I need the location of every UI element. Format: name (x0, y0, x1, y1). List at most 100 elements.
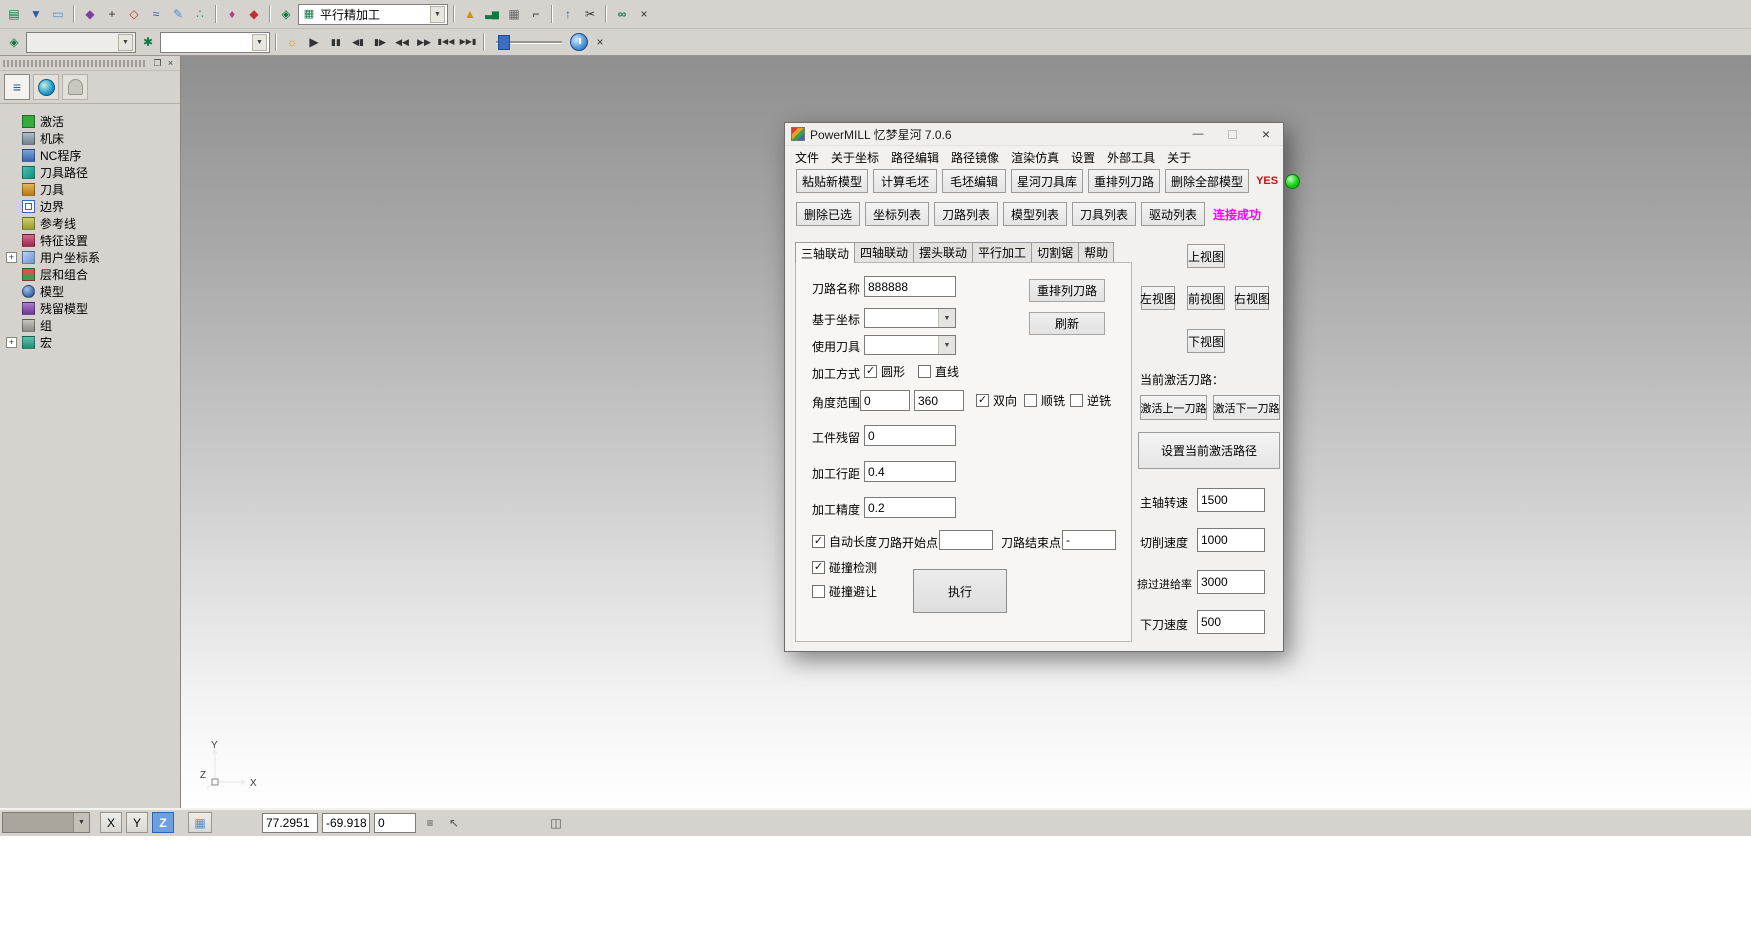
pointer-icon[interactable]: ↖ (444, 813, 464, 833)
play-icon[interactable]: ▶ (304, 32, 324, 52)
step-forward-icon[interactable]: ▮▶ (370, 32, 390, 52)
execute-button[interactable]: 执行 (913, 569, 1007, 613)
reorder-toolpaths-button[interactable]: 重排列刀路 (1088, 169, 1160, 193)
strategy-dropdown[interactable]: ▦ 平行精加工 ▼ (298, 4, 448, 25)
tree-item-machine[interactable]: 机床 (0, 130, 180, 147)
grid-snap-button[interactable]: ▦ (188, 812, 212, 833)
chevron-down-icon[interactable]: ▼ (252, 34, 267, 51)
path-start-input[interactable] (939, 530, 993, 550)
menu-settings[interactable]: 设置 (1065, 148, 1101, 167)
axis-x-button[interactable]: X (100, 812, 122, 833)
checkbox-unchecked[interactable] (1070, 394, 1083, 407)
menu-ext-tools[interactable]: 外部工具 (1101, 148, 1161, 167)
plunge-speed-input[interactable] (1197, 610, 1265, 634)
chevron-down-icon[interactable]: ▼ (118, 34, 133, 51)
use-tool-dropdown[interactable]: ▼ (864, 335, 956, 355)
tree-item-models[interactable]: 模型 (0, 283, 180, 300)
speed-slider[interactable] (496, 41, 562, 44)
tab-3axis[interactable]: 三轴联动 (795, 242, 855, 263)
axis-y-button[interactable]: Y (126, 812, 148, 833)
print-icon[interactable]: ▭ (48, 4, 68, 24)
paste-model-button[interactable]: 粘贴新模型 (796, 169, 868, 193)
status-dropdown[interactable]: ▼ (2, 812, 90, 833)
tab-4axis[interactable]: 四轴联动 (854, 242, 914, 262)
toolbar-close-icon[interactable]: × (590, 32, 610, 52)
fast-forward-icon[interactable]: ▶▶ (414, 32, 434, 52)
tree-item-patterns[interactable]: 参考线 (0, 215, 180, 232)
bottom-view-button[interactable]: 下视图 (1187, 329, 1225, 353)
minimize-icon[interactable]: — (1181, 123, 1215, 145)
delete-selected-button[interactable]: 删除已选 (796, 202, 860, 226)
tolerance-input[interactable] (864, 497, 956, 518)
go-end-icon[interactable]: ▶▶▮ (458, 32, 478, 52)
climb-option[interactable]: 顺铣 (1024, 392, 1065, 409)
checkbox-unchecked[interactable] (918, 365, 931, 378)
step-back-icon[interactable]: ◀▮ (348, 32, 368, 52)
checkbox-checked[interactable]: ✓ (812, 535, 825, 548)
tool-dropdown[interactable]: ▼ (160, 32, 270, 53)
checkbox-unchecked[interactable] (1024, 394, 1037, 407)
tool-select-icon[interactable]: ✱ (138, 32, 158, 52)
auto-length-option[interactable]: ✓自动长度 (812, 533, 877, 550)
workplane-icon[interactable]: ◇ (124, 4, 144, 24)
checkbox-checked[interactable]: ✓ (864, 365, 877, 378)
collision-avoid-option[interactable]: 碰撞避让 (812, 583, 877, 600)
left-view-button[interactable]: 左视图 (1141, 286, 1175, 310)
menu-coords[interactable]: 关于坐标 (825, 148, 885, 167)
block-edit-button[interactable]: 毛坯编辑 (942, 169, 1006, 193)
chart-icon[interactable]: ▃▆ (482, 4, 502, 24)
globe-view-button[interactable] (33, 74, 59, 100)
collision-check-option[interactable]: ✓碰撞检测 (812, 559, 877, 576)
go-start-icon[interactable]: ▮◀◀ (436, 32, 456, 52)
conventional-option[interactable]: 逆铣 (1070, 392, 1111, 409)
activate-next-button[interactable]: 激活下一刀路 (1213, 395, 1280, 420)
tree-item-workplanes[interactable]: +用户坐标系 (0, 249, 180, 266)
front-view-button[interactable]: 前视图 (1187, 286, 1225, 310)
tree-item-activate[interactable]: 激活 (0, 113, 180, 130)
tool-icon[interactable]: ▲ (460, 4, 480, 24)
feature-icon[interactable]: ♦ (222, 4, 242, 24)
checkbox-checked[interactable]: ✓ (812, 561, 825, 574)
coord-y-input[interactable] (322, 813, 370, 833)
chevron-down-icon[interactable]: ▼ (430, 6, 445, 23)
circle-option[interactable]: ✓圆形 (864, 363, 905, 380)
model-icon[interactable]: ◆ (80, 4, 100, 24)
coord-x-input[interactable] (262, 813, 318, 833)
clock-icon[interactable] (570, 33, 588, 51)
dialog-titlebar[interactable]: PowerMILL 忆梦星河 7.0.6 — × (785, 123, 1283, 146)
explorer-caption[interactable]: ❐ × (0, 56, 180, 71)
pause-icon[interactable]: ▮▮ (326, 32, 346, 52)
angle-from-input[interactable] (860, 390, 910, 411)
line-option[interactable]: 直线 (918, 363, 959, 380)
tool-list-button[interactable]: 刀具列表 (1072, 202, 1136, 226)
menu-file[interactable]: 文件 (789, 148, 825, 167)
drive-list-button[interactable]: 驱动列表 (1141, 202, 1205, 226)
tab-help[interactable]: 帮助 (1078, 242, 1114, 262)
delete-all-models-button[interactable]: 删除全部模型 (1165, 169, 1249, 193)
statistics-icon[interactable]: ↑ (558, 4, 578, 24)
chevron-down-icon[interactable]: ▼ (938, 309, 955, 327)
toolpath-dropdown[interactable]: ▼ (26, 32, 136, 53)
stepover-input[interactable] (864, 461, 956, 482)
spindle-speed-input[interactable] (1197, 488, 1265, 512)
save-icon[interactable]: ▼ (26, 4, 46, 24)
toolpath-list-button[interactable]: 刀路列表 (934, 202, 998, 226)
path-end-input[interactable] (1062, 530, 1116, 550)
menu-path-mirror[interactable]: 路径镜像 (945, 148, 1005, 167)
layers-icon[interactable]: ▤ (4, 4, 24, 24)
top-view-button[interactable]: 上视图 (1187, 244, 1225, 268)
rewind-icon[interactable]: ◀◀ (392, 32, 412, 52)
tool-library-button[interactable]: 星河刀具库 (1011, 169, 1083, 193)
toolpath-name-input[interactable] (864, 276, 956, 297)
maximize-icon[interactable] (1215, 123, 1249, 145)
axis-z-button[interactable]: Z (152, 812, 174, 833)
dock-grip[interactable] (3, 60, 147, 67)
calculator-icon[interactable]: ▦ (504, 4, 524, 24)
slider-handle[interactable] (498, 35, 510, 50)
split-view-icon[interactable]: ◫ (546, 813, 566, 833)
chevron-down-icon[interactable]: ▼ (73, 813, 89, 832)
tree-item-toolpaths[interactable]: 刀具路径 (0, 164, 180, 181)
compute-block-button[interactable]: 计算毛坯 (873, 169, 937, 193)
tab-swivel-head[interactable]: 摆头联动 (913, 242, 973, 262)
checkbox-checked[interactable]: ✓ (976, 394, 989, 407)
